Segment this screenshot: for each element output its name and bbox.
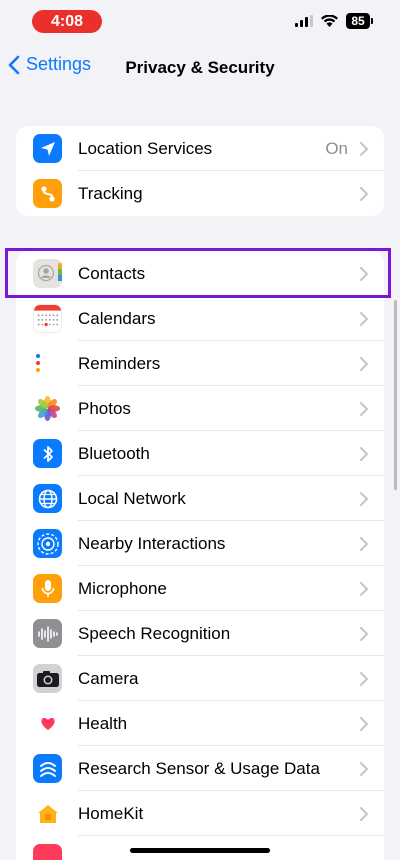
row-label: Tracking bbox=[78, 183, 143, 203]
row-value: On bbox=[325, 138, 348, 158]
row-research-sensor[interactable]: Research Sensor & Usage Data bbox=[16, 746, 384, 791]
contacts-icon bbox=[33, 259, 62, 288]
chevron-right-icon bbox=[360, 142, 368, 156]
photos-icon bbox=[33, 394, 62, 423]
row-bluetooth[interactable]: Bluetooth bbox=[16, 431, 384, 476]
microphone-icon bbox=[33, 574, 62, 603]
status-icons: 85 bbox=[295, 13, 373, 29]
chevron-right-icon bbox=[360, 807, 368, 821]
row-homekit[interactable]: HomeKit bbox=[16, 791, 384, 836]
nearby-icon bbox=[33, 529, 62, 558]
chevron-right-icon bbox=[360, 357, 368, 371]
waveform-icon bbox=[33, 619, 62, 648]
chevron-right-icon bbox=[360, 402, 368, 416]
row-speech-recognition[interactable]: Speech Recognition bbox=[16, 611, 384, 656]
chevron-right-icon bbox=[360, 762, 368, 776]
settings-group-permissions: Contacts Calendars Reminders Photos Blue… bbox=[16, 251, 384, 860]
page-title: Privacy & Security bbox=[125, 58, 275, 77]
row-label: Location Services bbox=[78, 138, 213, 158]
row-label: Reminders bbox=[78, 353, 161, 373]
chevron-right-icon bbox=[360, 312, 368, 326]
row-local-network[interactable]: Local Network bbox=[16, 476, 384, 521]
row-label: Photos bbox=[78, 398, 131, 418]
media-icon bbox=[33, 844, 62, 860]
location-arrow-icon bbox=[33, 134, 62, 163]
status-time: 4:08 bbox=[32, 10, 102, 33]
row-label: HomeKit bbox=[78, 803, 144, 823]
chevron-right-icon bbox=[360, 447, 368, 461]
chevron-right-icon bbox=[360, 672, 368, 686]
row-nearby-interactions[interactable]: Nearby Interactions bbox=[16, 521, 384, 566]
scrollbar[interactable] bbox=[394, 300, 397, 490]
status-bar: 4:08 85 bbox=[0, 0, 400, 40]
row-label: Bluetooth bbox=[78, 443, 150, 463]
chevron-right-icon bbox=[360, 582, 368, 596]
row-label: Speech Recognition bbox=[78, 623, 231, 643]
chevron-right-icon bbox=[360, 267, 368, 281]
wifi-icon bbox=[321, 15, 338, 27]
row-reminders[interactable]: Reminders bbox=[16, 341, 384, 386]
settings-group-location: Location Services On Tracking bbox=[16, 126, 384, 216]
row-contacts[interactable]: Contacts bbox=[16, 251, 384, 296]
row-label: Microphone bbox=[78, 578, 167, 598]
row-label: Contacts bbox=[78, 263, 146, 283]
row-label: Local Network bbox=[78, 488, 186, 508]
chevron-right-icon bbox=[360, 537, 368, 551]
home-icon bbox=[33, 799, 62, 828]
chevron-right-icon bbox=[360, 627, 368, 641]
row-tracking[interactable]: Tracking bbox=[16, 171, 384, 216]
chevron-right-icon bbox=[360, 187, 368, 201]
row-label: Research Sensor & Usage Data bbox=[78, 758, 320, 778]
row-microphone[interactable]: Microphone bbox=[16, 566, 384, 611]
globe-icon bbox=[33, 484, 62, 513]
camera-icon bbox=[33, 664, 62, 693]
cellular-signal-icon bbox=[295, 15, 313, 27]
row-label: Camera bbox=[78, 668, 139, 688]
row-calendars[interactable]: Calendars bbox=[16, 296, 384, 341]
battery-level: 85 bbox=[346, 13, 373, 29]
row-photos[interactable]: Photos bbox=[16, 386, 384, 431]
reminders-icon bbox=[33, 349, 62, 378]
row-location-services[interactable]: Location Services On bbox=[16, 126, 384, 171]
row-camera[interactable]: Camera bbox=[16, 656, 384, 701]
chevron-right-icon bbox=[360, 492, 368, 506]
row-label: Nearby Interactions bbox=[78, 533, 226, 553]
research-icon bbox=[33, 754, 62, 783]
home-indicator[interactable] bbox=[130, 848, 270, 853]
tracking-icon bbox=[33, 179, 62, 208]
row-health[interactable]: Health bbox=[16, 701, 384, 746]
calendar-icon bbox=[33, 304, 62, 333]
bluetooth-icon bbox=[33, 439, 62, 468]
row-label: Calendars bbox=[78, 308, 156, 328]
navigation-bar: Settings Privacy & Security bbox=[0, 48, 400, 88]
chevron-right-icon bbox=[360, 717, 368, 731]
row-label: Health bbox=[78, 713, 128, 733]
heart-icon bbox=[33, 709, 62, 738]
